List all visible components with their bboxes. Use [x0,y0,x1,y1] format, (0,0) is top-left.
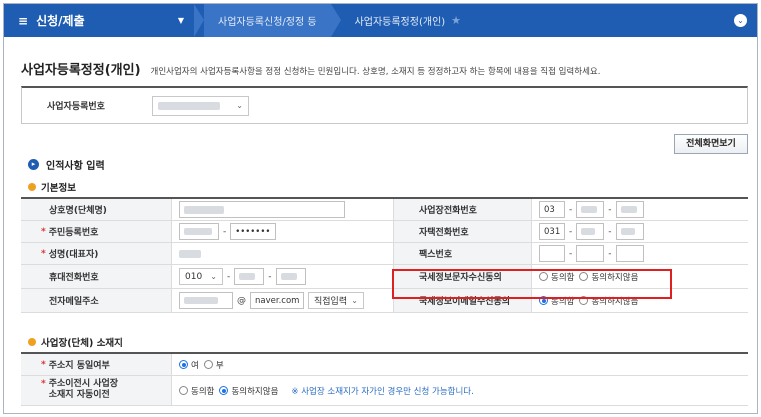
field-value: - ••••••• [171,221,393,242]
bullet-icon [28,183,36,191]
section-title: ▸ 인적사항 입력 [28,157,105,172]
field-label: * 주민등록번호 [21,221,171,242]
top-nav: ≡ 신청/제출 ▼ 사업자등록신청/정정 등 사업자등록정정(개인) ★ ⌄ [4,4,757,37]
bizno-label: 사업자등록번호 [47,102,105,112]
bizno-select[interactable]: ⌄ [152,95,249,116]
mobile-last-input[interactable] [275,268,306,285]
full-screen-button[interactable]: 전체화면보기 [674,134,748,154]
notice-text: ※ 사업장 소재지가 자가인 경우만 신청 가능합니다. [291,386,474,397]
resident-front-input[interactable] [179,223,219,240]
hamburger-icon: ≡ [18,13,29,28]
highlight-box [392,269,672,299]
mobile-mid-input[interactable] [234,268,265,285]
page-frame: ≡ 신청/제출 ▼ 사업자등록신청/정정 등 사업자등록정정(개인) ★ ⌄ 사… [3,3,758,414]
field-value [171,243,393,264]
star-icon[interactable]: ★ [451,14,461,27]
fax-area-input[interactable] [539,245,565,262]
chevron-down-icon[interactable]: ⌄ [734,14,747,27]
auto-disagree-radio[interactable]: 동의하지않음 [219,385,278,397]
title-row: 사업자등록정정(개인) 개인사업자의 사업자등록사항을 정정 신청하는 민원입니… [21,59,600,78]
basic-info-title: 기본정보 [28,180,76,194]
email-domain-input[interactable]: naver.com [250,292,304,309]
table-row: * 주소지 동일여부 여 부 [21,354,748,376]
field-label: 팩스번호 [393,243,531,264]
page-description: 개인사업자의 사업자등록사항을 정정 신청하는 민원입니다. 상호명, 소재지 … [150,67,601,77]
field-value: 03 - - [531,199,748,220]
field-label: 사업장전화번호 [393,199,531,220]
company-name-input[interactable] [179,201,345,218]
table-row: * 주민등록번호 - ••••••• 자택전화번호 031 - - [21,221,748,243]
field-label: 전자메일주소 [21,289,171,312]
biz-phone-mid-input[interactable] [576,201,605,218]
bizno-box: 사업자등록번호 ⌄ [21,86,748,124]
masked-value [184,205,224,214]
table-row: * 성명(대표자) 팩스번호 - - [21,243,748,265]
fax-last-input[interactable] [615,245,644,262]
resident-back-input[interactable]: ••••••• [230,223,277,240]
location-table: * 주소지 동일여부 여 부 * 주소이전시 사업장 소재지 자동이전 동의함 동의… [21,352,748,406]
field-label: 상호명(단체명) [21,199,171,220]
biz-phone-area-input[interactable]: 03 [539,201,565,218]
biz-phone-last-input[interactable] [615,201,644,218]
masked-value [158,101,220,110]
breadcrumb-item-1[interactable]: 사업자등록신청/정정 등 [204,4,331,37]
dropdown-arrow-icon: ▼ [177,16,184,25]
breadcrumb-separator [330,4,341,37]
field-value: - - [531,243,748,264]
email-domain-select[interactable]: 직접입력 ⌄ [308,292,364,309]
table-row: * 주소이전시 사업장 소재지 자동이전 동의함 동의하지않음 ※ 사업장 소재지… [21,376,748,406]
field-label: 휴대전화번호 [21,265,171,288]
bullet-icon [28,338,36,346]
field-value: @ naver.com 직접입력 ⌄ [171,289,393,312]
home-phone-last-input[interactable] [615,223,644,240]
field-label: * 성명(대표자) [21,243,171,264]
field-value [171,199,393,220]
field-label: 자택전화번호 [393,221,531,242]
breadcrumb-item-2[interactable]: 사업자등록정정(개인) ★ [341,4,475,37]
breadcrumb-separator [194,4,204,37]
menu-dropdown[interactable]: ≡ 신청/제출 ▼ [4,4,194,37]
field-value: 031 - - [531,221,748,242]
auto-agree-radio[interactable]: 동의함 [179,385,214,397]
location-title: 사업장(단체) 소재지 [28,335,123,349]
field-value: 동의함 동의하지않음 ※ 사업장 소재지가 자가인 경우만 신청 가능합니다. [171,376,748,405]
field-label: * 주소이전시 사업장 소재지 자동이전 [21,376,171,405]
home-phone-area-input[interactable]: 031 [539,223,565,240]
page-title: 사업자등록정정(개인) [21,63,141,78]
field-label: * 주소지 동일여부 [21,354,171,375]
table-row: 상호명(단체명) 사업장전화번호 03 - - [21,199,748,221]
email-id-input[interactable] [179,292,233,309]
same-no-radio[interactable]: 부 [203,359,224,371]
masked-value [179,249,201,258]
field-value: 010 ⌄ - - [171,265,393,288]
mobile-prefix-select[interactable]: 010 ⌄ [179,268,223,285]
home-phone-mid-input[interactable] [576,223,605,240]
arrow-circle-icon: ▸ [28,159,39,170]
same-yes-radio[interactable]: 여 [179,359,199,371]
field-value: 여 부 [171,354,748,375]
menu-label: 신청/제출 [36,14,85,28]
chevron-down-icon: ⌄ [236,101,243,110]
fax-mid-input[interactable] [576,245,605,262]
